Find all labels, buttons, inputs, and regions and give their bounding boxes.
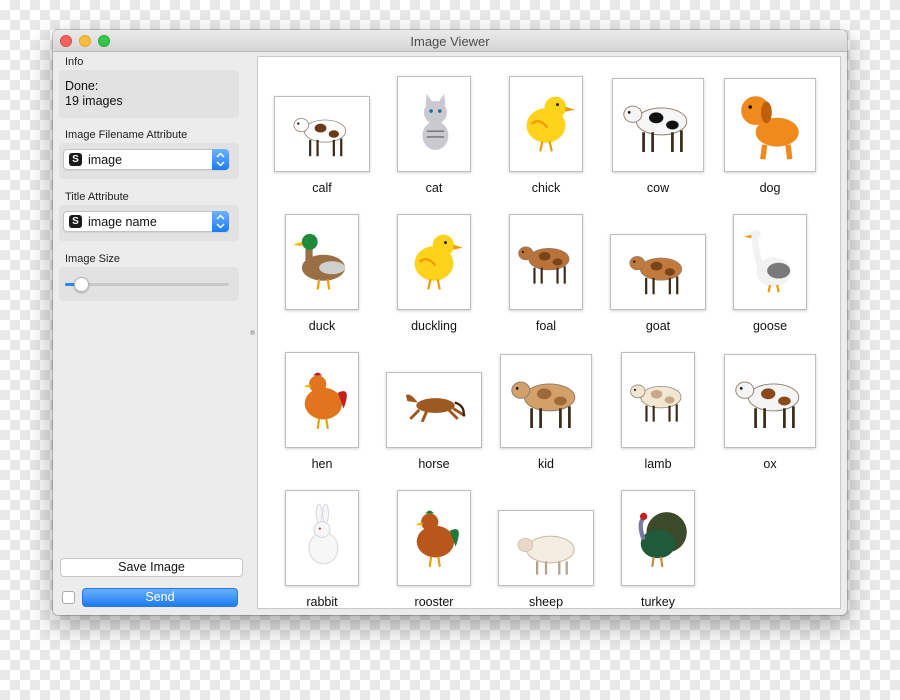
image-tile-duckling[interactable]: duckling <box>378 204 490 340</box>
image-caption: hen <box>311 457 333 471</box>
image-tile-foal[interactable]: foal <box>490 204 602 340</box>
image-caption: lamb <box>644 457 672 471</box>
image-tile-rooster[interactable]: rooster <box>378 480 490 615</box>
image-thumbnail[interactable] <box>724 78 816 172</box>
info-box: Done: 19 images <box>59 70 239 118</box>
filename-attribute-label: Image Filename Attribute <box>65 129 188 141</box>
image-tile-sheep[interactable]: sheep <box>490 480 602 615</box>
image-thumbnail[interactable] <box>500 354 592 448</box>
image-size-slider[interactable] <box>65 283 229 286</box>
image-thumbnail[interactable] <box>733 214 807 310</box>
image-caption: duck <box>308 319 336 333</box>
image-caption: rooster <box>414 595 454 609</box>
image-tile-ox[interactable]: ox <box>714 342 826 478</box>
image-tile-turkey[interactable]: turkey <box>602 480 714 615</box>
title-attribute-box: S image name <box>59 205 239 241</box>
select-arrows-icon[interactable] <box>212 149 229 170</box>
image-thumbnail[interactable] <box>612 78 704 172</box>
image-caption: cow <box>646 181 670 195</box>
image-thumbnail[interactable] <box>509 76 583 172</box>
info-status: Done: 19 images <box>65 79 123 109</box>
image-thumbnail[interactable] <box>285 490 359 586</box>
image-caption: horse <box>418 457 450 471</box>
image-thumbnail[interactable] <box>285 352 359 448</box>
image-tile-dog[interactable]: dog <box>714 66 826 202</box>
info-status-line2: 19 images <box>65 94 123 108</box>
select-arrows-icon[interactable] <box>212 211 229 232</box>
splitter-handle[interactable] <box>250 330 255 335</box>
image-thumbnail[interactable] <box>397 490 471 586</box>
image-tile-duck[interactable]: duck <box>266 204 378 340</box>
image-caption: goat <box>645 319 671 333</box>
image-tile-goat[interactable]: goat <box>602 204 714 340</box>
title-bar: Image Viewer <box>53 30 847 52</box>
title-attribute-label: Title Attribute <box>65 191 129 203</box>
image-caption: sheep <box>528 595 564 609</box>
image-tile-horse[interactable]: horse <box>378 342 490 478</box>
info-status-line1: Done: <box>65 79 99 93</box>
image-tile-calf[interactable]: calf <box>266 66 378 202</box>
image-tile-cat[interactable]: cat <box>378 66 490 202</box>
string-variable-icon: S <box>69 153 82 166</box>
image-tile-lamb[interactable]: lamb <box>602 342 714 478</box>
image-caption: dog <box>759 181 781 195</box>
image-tile-kid[interactable]: kid <box>490 342 602 478</box>
image-caption: calf <box>312 181 332 195</box>
image-caption: goose <box>752 319 788 333</box>
image-size-label: Image Size <box>65 253 121 265</box>
image-thumbnail[interactable] <box>386 372 482 448</box>
image-thumbnail[interactable] <box>621 352 695 448</box>
image-thumbnail[interactable] <box>274 96 370 172</box>
image-thumbnail[interactable] <box>285 214 359 310</box>
slider-knob[interactable] <box>74 277 90 292</box>
image-thumbnail[interactable] <box>397 76 471 172</box>
image-caption: kid <box>538 457 554 471</box>
send-button[interactable]: Send <box>82 588 238 607</box>
window-title: Image Viewer <box>410 34 490 49</box>
image-caption: rabbit <box>306 595 338 609</box>
string-variable-icon: S <box>69 215 82 228</box>
image-caption: duckling <box>411 319 457 333</box>
filename-attribute-select[interactable]: S image <box>63 149 229 170</box>
image-caption: turkey <box>640 595 676 609</box>
image-thumbnail[interactable] <box>509 214 583 310</box>
image-thumbnail[interactable] <box>724 354 816 448</box>
image-caption: ox <box>763 457 777 471</box>
save-image-button[interactable]: Save Image <box>60 558 243 577</box>
image-thumbnail[interactable] <box>498 510 594 586</box>
info-section-label: Info <box>65 56 84 68</box>
auto-send-checkbox[interactable] <box>62 591 75 604</box>
image-tile-hen[interactable]: hen <box>266 342 378 478</box>
image-caption: chick <box>531 181 561 195</box>
image-caption: foal <box>535 319 557 333</box>
image-size-box <box>59 267 239 301</box>
filename-attribute-value: image <box>88 153 123 167</box>
image-caption: cat <box>425 181 443 195</box>
image-tile-rabbit[interactable]: rabbit <box>266 480 378 615</box>
title-attribute-select[interactable]: S image name <box>63 211 229 232</box>
control-sidebar: Info Done: 19 images Image Filename Attr… <box>53 53 249 615</box>
image-thumbnail[interactable] <box>397 214 471 310</box>
filename-attribute-box: S image <box>59 143 239 179</box>
image-viewer-window: Image Viewer Info Done: 19 images Image … <box>53 30 847 615</box>
image-tile-chick[interactable]: chick <box>490 66 602 202</box>
image-tile-cow[interactable]: cow <box>602 66 714 202</box>
title-attribute-value: image name <box>88 215 157 229</box>
image-gallery: calf cat chick cow dog duck duckling foa… <box>257 56 841 609</box>
image-tile-goose[interactable]: goose <box>714 204 826 340</box>
image-thumbnail[interactable] <box>621 490 695 586</box>
image-thumbnail[interactable] <box>610 234 706 310</box>
